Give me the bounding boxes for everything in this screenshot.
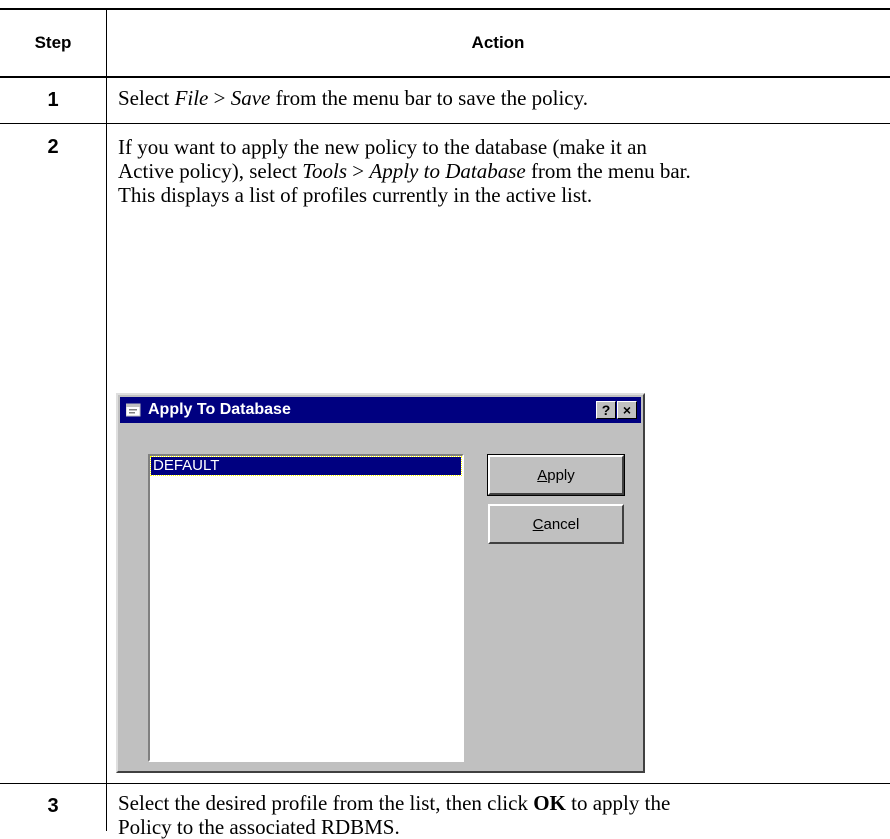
step-2-text: If you want to apply the new policy to t… (118, 135, 691, 207)
close-button[interactable]: × (617, 401, 637, 419)
step-1-text: Select File > Save from the menu bar to … (118, 86, 589, 110)
help-icon: ? (601, 402, 611, 418)
step-number-3: 3 (47, 795, 59, 817)
profiles-listbox[interactable]: DEFAULT (148, 454, 464, 762)
apply-to-database-dialog: Apply To Database ? × DEFAULT Apply Canc… (116, 393, 645, 773)
step-number-1: 1 (47, 89, 59, 111)
dialog-title: Apply To Database (148, 401, 291, 418)
dialog-titlebar: Apply To Database ? × (120, 397, 641, 423)
row-divider-1 (0, 123, 890, 124)
step-number-2: 2 (47, 136, 59, 158)
close-icon: × (622, 402, 632, 418)
column-header-action: Action (471, 33, 525, 52)
list-item[interactable]: DEFAULT (150, 456, 462, 476)
column-divider (106, 10, 107, 831)
column-header-step: Step (34, 33, 72, 52)
app-window-icon (126, 403, 141, 417)
apply-button[interactable]: Apply (487, 454, 625, 496)
header-rule (0, 76, 890, 78)
step-3-text: Select the desired profile from the list… (118, 791, 671, 839)
help-button[interactable]: ? (596, 401, 616, 419)
row-divider-2 (0, 783, 890, 784)
cancel-button[interactable]: Cancel (488, 504, 624, 544)
